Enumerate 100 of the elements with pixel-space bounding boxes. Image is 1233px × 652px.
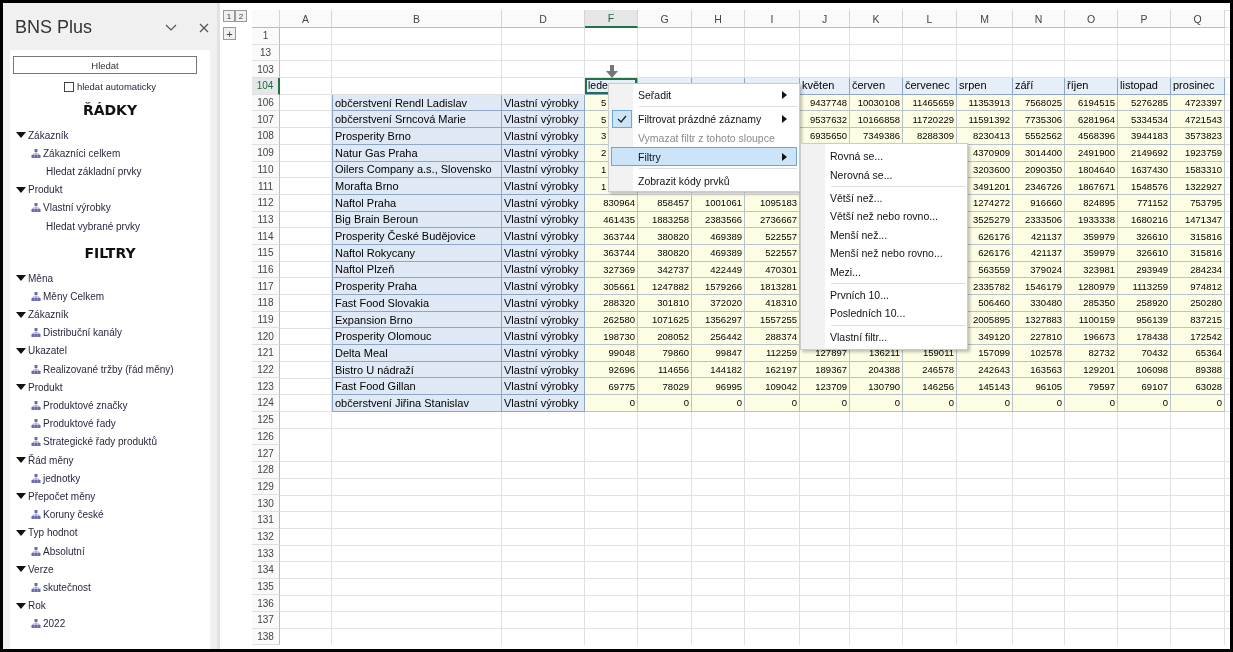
search-link[interactable]: Hledat vybrané prvky [46, 220, 140, 232]
table-cell: 8288309 [903, 128, 957, 145]
month-header-cell: listopad [1118, 78, 1171, 95]
tree-item[interactable]: Koruny české [43, 509, 104, 521]
column-header[interactable]: F [585, 10, 638, 28]
column-header[interactable]: J [800, 10, 850, 28]
column-header[interactable]: M [957, 10, 1013, 28]
row-header[interactable]: 134 [252, 562, 280, 579]
row-header[interactable]: 1 [252, 28, 280, 45]
search-link[interactable]: Hledat základní prvky [46, 165, 142, 177]
row-header[interactable]: 118 [252, 295, 280, 312]
menu-item[interactable]: Filtrovat prázdné záznamy [611, 109, 797, 128]
search-button[interactable]: Hledat [13, 56, 197, 74]
row-header[interactable]: 120 [252, 328, 280, 346]
column-header[interactable]: K [850, 10, 903, 28]
expand-triangle-icon[interactable] [16, 185, 26, 194]
table-cell: 3944183 [1118, 128, 1171, 145]
row-header[interactable]: 133 [252, 545, 280, 562]
tree-item[interactable]: Vlastní výrobky [43, 202, 111, 214]
checkbox[interactable] [63, 81, 74, 92]
tree-group-label[interactable]: Řád měny [28, 454, 74, 466]
column-header[interactable]: N [1013, 10, 1065, 28]
tree-item[interactable]: Měny Celkem [43, 290, 105, 302]
column-header[interactable]: P [1118, 10, 1171, 28]
table-cell: Vlastní výrobky [502, 228, 585, 245]
tree-group-label[interactable]: Ukazatel [28, 345, 67, 357]
row-header[interactable]: 127 [252, 445, 280, 462]
tree-item[interactable]: Strategické řady produktů [43, 436, 157, 448]
chevron-down-icon[interactable] [165, 23, 177, 32]
row-header[interactable]: 111 [252, 178, 280, 195]
tree-group-label[interactable]: Rok [28, 600, 46, 612]
tree-group-label[interactable]: Měna [28, 272, 53, 284]
table-cell: 6281964 [1065, 111, 1118, 129]
expand-triangle-icon[interactable] [16, 601, 26, 610]
table-cell: 1247882 [638, 278, 692, 295]
tree-group-label[interactable]: Typ hodnot [28, 527, 78, 539]
tree-item[interactable]: skutečnost [43, 581, 91, 593]
row-header[interactable]: 104 [252, 78, 280, 95]
column-header[interactable]: L [903, 10, 957, 28]
tree-group-label[interactable]: Přepočet měny [28, 490, 96, 502]
expand-triangle-icon[interactable] [16, 310, 26, 319]
tree-item[interactable]: Realizované tržby (řád měny) [43, 363, 174, 375]
table-cell: 82732 [1065, 345, 1118, 362]
column-header[interactable]: I [745, 10, 800, 28]
row-header[interactable]: 124 [252, 395, 280, 412]
column-header[interactable]: A [280, 10, 332, 28]
row-header[interactable]: 103 [252, 61, 280, 79]
tree-group-label[interactable]: Produkt [28, 381, 63, 393]
expand-button[interactable]: + [223, 27, 236, 40]
close-icon[interactable] [199, 22, 209, 33]
row-header[interactable]: 108 [252, 128, 280, 145]
tree-item[interactable]: Produktové řady [43, 418, 116, 430]
outline-level-button[interactable]: 1 [223, 10, 235, 22]
column-header[interactable]: O [1065, 10, 1118, 28]
tree-item[interactable]: jednotky [43, 472, 81, 484]
tree-group-label[interactable]: Zákazník [28, 309, 69, 321]
table-cell: 65364 [1171, 345, 1225, 362]
table-cell: 258920 [1118, 295, 1171, 312]
tree-item[interactable]: Absolutní [43, 545, 85, 557]
tree-item[interactable]: Zákazníci celkem [43, 147, 121, 159]
row-header[interactable]: 123 [252, 378, 280, 396]
table-cell: Vlastní výrobky [502, 178, 585, 195]
expand-triangle-icon[interactable] [16, 131, 26, 140]
tree-item[interactable]: Produktové značky [43, 400, 128, 412]
table-cell: 469389 [692, 228, 745, 245]
row-header[interactable]: 130 [252, 495, 280, 512]
row-header[interactable]: 121 [252, 345, 280, 362]
tree-item[interactable]: Distribuční kanály [43, 327, 122, 339]
outline-level-button[interactable]: 2 [235, 10, 247, 22]
column-header[interactable]: H [692, 10, 745, 28]
table-cell: Vlastní výrobky [502, 328, 585, 346]
table-cell: 858457 [638, 194, 692, 212]
column-header[interactable]: Q [1171, 10, 1225, 28]
expand-triangle-icon[interactable] [16, 528, 26, 537]
table-cell: 1280979 [1065, 278, 1118, 295]
row-header[interactable]: 117 [252, 278, 280, 295]
tree-group-label[interactable]: Produkt [28, 184, 63, 196]
expand-triangle-icon[interactable] [16, 383, 26, 392]
expand-triangle-icon[interactable] [16, 346, 26, 355]
month-header-cell: září [1013, 78, 1065, 95]
table-cell: Vlastní výrobky [502, 395, 585, 412]
tree-item[interactable]: 2022 [43, 618, 66, 630]
table-cell: Vlastní výrobky [502, 111, 585, 129]
expand-triangle-icon[interactable] [16, 274, 26, 283]
expand-triangle-icon[interactable] [16, 492, 26, 501]
expand-triangle-icon[interactable] [16, 565, 26, 574]
row-header[interactable]: 107 [252, 111, 280, 129]
column-header[interactable]: G [638, 10, 692, 28]
row-header[interactable]: 114 [252, 228, 280, 245]
table-cell: 1579266 [692, 278, 745, 295]
tree-group-label[interactable]: Zákazník [28, 129, 69, 141]
row-header[interactable]: 137 [252, 612, 280, 629]
tree-group-label[interactable]: Verze [28, 563, 54, 575]
checkbox-label[interactable]: hledat automaticky [76, 81, 157, 92]
menu-item[interactable]: Filtry [611, 147, 797, 166]
expand-triangle-icon[interactable] [16, 456, 26, 465]
column-header[interactable]: D [502, 10, 585, 28]
table-cell: 11591392 [957, 111, 1013, 129]
row-header[interactable]: 136 [252, 595, 280, 613]
column-header[interactable]: B [332, 10, 502, 28]
